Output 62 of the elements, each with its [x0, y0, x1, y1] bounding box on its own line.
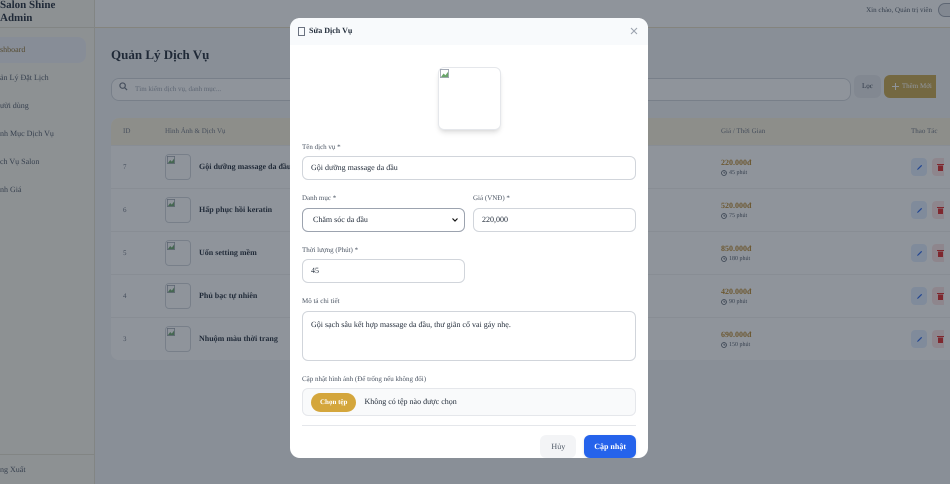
- cancel-button[interactable]: Hủy: [540, 435, 576, 458]
- broken-image-icon: [167, 242, 175, 250]
- edit-button[interactable]: [911, 158, 927, 176]
- input-field[interactable]: Gội dưỡng massage da đầu: [302, 156, 636, 180]
- clock-icon: [721, 342, 727, 348]
- price-text: 690.000đ: [721, 328, 752, 340]
- nav-item[interactable]: ch Vụ Salon: [0, 149, 86, 175]
- description-field[interactable]: Gội sạch sâu kết hợp massage da đầu, thư giãn cổ vai gáy nhẹ.: [302, 310, 636, 360]
- trash-icon: [937, 206, 944, 214]
- clock-icon: [721, 299, 727, 305]
- edit-button[interactable]: [911, 244, 927, 262]
- broken-image-icon: [167, 199, 175, 207]
- service-name: Hấp phục hồi keratin: [199, 204, 272, 216]
- service-name: Nhuộm màu thời trang: [199, 333, 278, 345]
- nav-item[interactable]: ười dùng: [0, 93, 86, 119]
- update-button[interactable]: Cập nhật: [584, 435, 636, 458]
- nav-item[interactable]: ản Lý Đặt Lịch: [0, 65, 86, 91]
- dialog-title: Sửa Dịch Vụ: [309, 25, 354, 38]
- delete-button[interactable]: [932, 287, 944, 305]
- trash-icon: [937, 335, 944, 343]
- page-title: Quản Lý Dịch Vụ: [111, 46, 210, 64]
- plus-icon: [892, 83, 899, 90]
- delete-button[interactable]: [932, 330, 944, 348]
- broken-image-icon: [167, 328, 175, 336]
- pencil-icon: [916, 336, 922, 342]
- avatar[interactable]: [938, 3, 950, 17]
- price-text: 520.000đ: [721, 200, 752, 212]
- input-field[interactable]: 220,000: [473, 208, 636, 232]
- price-text: 420.000đ: [721, 286, 752, 298]
- broken-image-icon: [167, 156, 175, 164]
- input-field[interactable]: 45: [302, 259, 465, 283]
- delete-button[interactable]: [932, 244, 944, 262]
- nav-item[interactable]: nh Giá: [0, 177, 86, 203]
- nav-item[interactable]: shboard: [0, 37, 86, 63]
- edit-button[interactable]: [911, 287, 927, 305]
- trash-icon: [937, 249, 944, 257]
- trash-icon: [937, 163, 944, 171]
- clock-icon: [721, 170, 727, 176]
- logout-link[interactable]: ng Xuất: [0, 464, 26, 476]
- clock-icon: [721, 256, 727, 262]
- nav-item[interactable]: nh Mục Dịch Vụ: [0, 121, 86, 147]
- edit-button[interactable]: [911, 201, 927, 219]
- document-icon: [298, 26, 305, 36]
- pencil-icon: [916, 206, 922, 214]
- price-text: 850.000đ: [721, 242, 752, 254]
- pencil-icon: [916, 250, 922, 256]
- search-icon: [119, 82, 128, 91]
- service-name: Uốn setting mềm: [199, 247, 257, 259]
- delete-button[interactable]: [932, 201, 944, 219]
- pencil-icon: [916, 292, 922, 300]
- broken-image-icon: [167, 285, 175, 293]
- trash-icon: [937, 292, 944, 300]
- chevron-down-icon: [452, 218, 458, 222]
- delete-button[interactable]: [932, 158, 944, 176]
- price-text: 220.000đ: [721, 156, 752, 168]
- brand-title: Salon Shine: [0, 0, 56, 12]
- edit-button[interactable]: [911, 330, 927, 348]
- pencil-icon: [916, 164, 922, 170]
- brand-title: Admin: [0, 12, 34, 25]
- category-dropdown[interactable]: Chăm sóc da đầu: [302, 208, 465, 232]
- service-name: Phủ bạc tự nhiên: [199, 290, 258, 302]
- clock-icon: [721, 213, 727, 219]
